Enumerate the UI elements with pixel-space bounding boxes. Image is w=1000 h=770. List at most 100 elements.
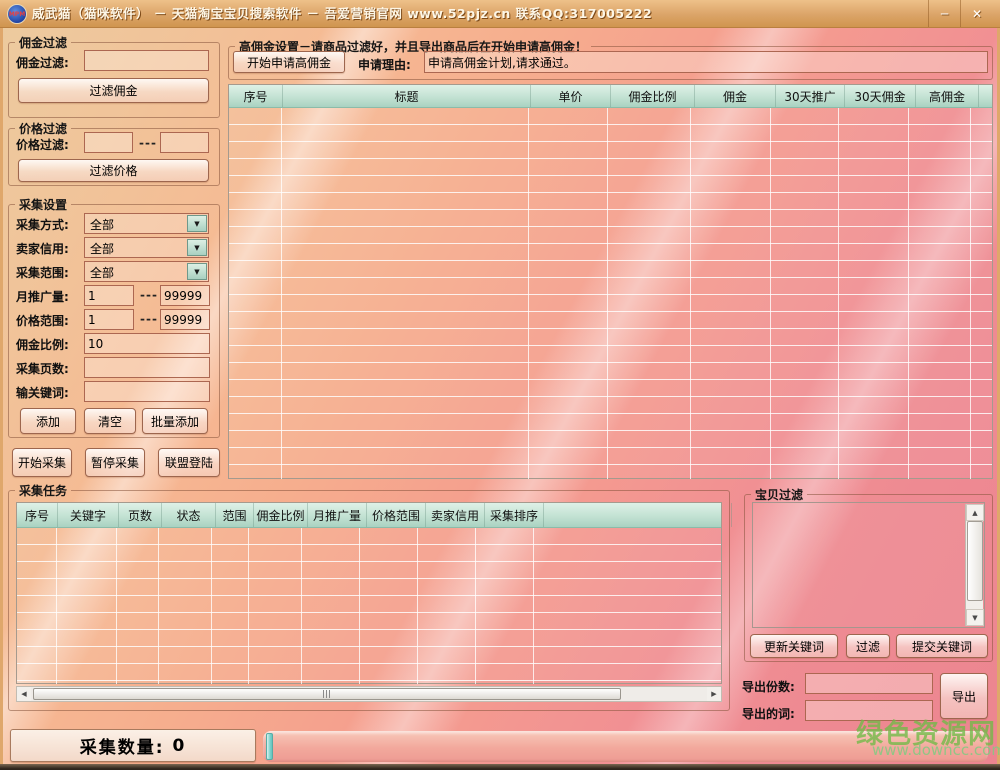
collect-mode-select[interactable]: 全部 ▼ xyxy=(84,213,209,234)
products-table: 序号标题单价佣金比例佣金30天推广30天佣金高佣金 xyxy=(228,84,993,479)
grid-line xyxy=(533,528,534,684)
column-header[interactable]: 月推广量 xyxy=(308,503,367,527)
grid-line xyxy=(908,108,909,479)
start-collect-button[interactable]: 开始采集 xyxy=(12,448,72,477)
minimize-button[interactable]: ─ xyxy=(928,0,960,27)
collect-count-value: 0 xyxy=(172,736,186,756)
collect-mode-value: 全部 xyxy=(85,214,186,233)
price-range-dash: --- xyxy=(140,312,158,326)
collect-mode-label: 采集方式: xyxy=(16,216,69,233)
column-header[interactable]: 单价 xyxy=(531,85,611,107)
price-filter-label: 价格过滤: xyxy=(16,136,69,153)
grid-line xyxy=(281,108,282,479)
pause-collect-button[interactable]: 暂停采集 xyxy=(85,448,145,477)
price-filter-from-input[interactable] xyxy=(84,132,133,153)
apply-high-commission-button[interactable]: 开始申请高佣金 xyxy=(233,51,345,73)
submit-keywords-button[interactable]: 提交关键词 xyxy=(896,634,988,658)
apply-reason-label: 申请理由: xyxy=(358,56,411,73)
grid-line xyxy=(211,528,212,684)
scroll-up-icon[interactable]: ▲ xyxy=(966,504,984,521)
scroll-left-icon[interactable]: ◀ xyxy=(17,687,31,701)
grid-line xyxy=(690,108,691,479)
collect-range-label: 采集范围: xyxy=(16,264,69,281)
products-table-body[interactable] xyxy=(229,108,992,479)
column-header[interactable]: 佣金比例 xyxy=(611,85,695,107)
price-range-to-input[interactable] xyxy=(160,309,210,330)
app-logo-icon: MPM xyxy=(7,4,27,24)
collect-count-box: 采集数量: 0 xyxy=(10,729,256,762)
collect-pages-label: 采集页数: xyxy=(16,360,69,377)
commission-ratio-label: 佣金比例: xyxy=(16,336,69,353)
column-header-filler[interactable] xyxy=(544,503,732,527)
clear-button[interactable]: 清空 xyxy=(84,408,136,434)
window-left-edge xyxy=(0,28,3,764)
grid-line xyxy=(475,528,476,684)
column-header[interactable]: 范围 xyxy=(216,503,254,527)
grid-line xyxy=(970,108,971,479)
seller-credit-label: 卖家信用: xyxy=(16,240,69,257)
grid-line xyxy=(116,528,117,684)
scrollbar-thumb[interactable] xyxy=(967,521,983,601)
column-header[interactable]: 佣金 xyxy=(695,85,776,107)
title-bar: MPM 威武猫（猫咪软件） － 天猫淘宝宝贝搜索软件 － 吾爱营销官网 www.… xyxy=(0,0,1000,28)
column-header-filler[interactable] xyxy=(979,85,1000,107)
grid-line xyxy=(528,108,529,479)
tasks-table-header: 序号关键字页数状态范围佣金比例月推广量价格范围卖家信用采集排序 xyxy=(17,503,721,528)
column-header[interactable]: 30天推广 xyxy=(776,85,845,107)
chevron-down-icon[interactable]: ▼ xyxy=(187,263,207,280)
baby-filter-vertical-scrollbar[interactable]: ▲ ▼ xyxy=(965,504,983,626)
collect-pages-input[interactable] xyxy=(84,357,210,378)
monthly-promo-label: 月推广量: xyxy=(16,288,69,305)
column-header[interactable]: 价格范围 xyxy=(367,503,426,527)
column-header[interactable]: 卖家信用 xyxy=(426,503,485,527)
export-copies-input[interactable] xyxy=(805,673,933,694)
price-range-from-input[interactable] xyxy=(84,309,134,330)
input-keyword-label: 输关键词: xyxy=(16,384,69,401)
batch-add-button[interactable]: 批量添加 xyxy=(142,408,208,434)
column-header[interactable]: 采集排序 xyxy=(485,503,544,527)
chevron-down-icon[interactable]: ▼ xyxy=(187,215,207,232)
column-header[interactable]: 佣金比例 xyxy=(254,503,308,527)
column-header[interactable]: 状态 xyxy=(162,503,216,527)
commission-filter-label: 佣金过滤: xyxy=(16,54,69,71)
column-header[interactable]: 30天佣金 xyxy=(845,85,916,107)
grid-line xyxy=(301,528,302,684)
update-keywords-button[interactable]: 更新关键词 xyxy=(750,634,838,658)
commission-ratio-input[interactable] xyxy=(84,333,210,354)
column-header[interactable]: 标题 xyxy=(283,85,531,107)
add-button[interactable]: 添加 xyxy=(20,408,76,434)
seller-credit-select[interactable]: 全部 ▼ xyxy=(84,237,209,258)
column-header[interactable]: 关键字 xyxy=(58,503,119,527)
baby-filter-title: 宝贝过滤 xyxy=(751,486,807,503)
commission-filter-title: 佣金过滤 xyxy=(15,34,71,51)
filter-button[interactable]: 过滤 xyxy=(846,634,890,658)
commission-filter-group: 佣金过滤 xyxy=(8,34,220,118)
filter-price-button[interactable]: 过滤价格 xyxy=(18,159,209,182)
baby-filter-listbox[interactable]: ▲ ▼ xyxy=(752,502,985,628)
commission-filter-input[interactable] xyxy=(84,50,209,71)
apply-reason-input[interactable] xyxy=(424,51,988,73)
collect-range-select[interactable]: 全部 ▼ xyxy=(84,261,209,282)
column-header[interactable]: 序号 xyxy=(17,503,58,527)
grid-line xyxy=(359,528,360,684)
column-header[interactable]: 序号 xyxy=(229,85,283,107)
scroll-right-icon[interactable]: ▶ xyxy=(707,687,721,701)
monthly-promo-to-input[interactable] xyxy=(160,285,210,306)
price-filter-to-input[interactable] xyxy=(160,132,209,153)
products-table-header: 序号标题单价佣金比例佣金30天推广30天佣金高佣金 xyxy=(229,85,992,108)
chevron-down-icon[interactable]: ▼ xyxy=(187,239,207,256)
price-filter-dash: --- xyxy=(139,136,157,150)
filter-commission-button[interactable]: 过滤佣金 xyxy=(18,78,209,103)
monthly-promo-from-input[interactable] xyxy=(84,285,134,306)
tasks-horizontal-scrollbar[interactable]: ◀ ▶ xyxy=(16,686,722,702)
close-button[interactable]: ✕ xyxy=(960,0,993,27)
grid-line xyxy=(158,528,159,684)
input-keyword-input[interactable] xyxy=(84,381,210,402)
scroll-down-icon[interactable]: ▼ xyxy=(966,609,984,626)
scrollbar-thumb[interactable] xyxy=(33,688,621,700)
alliance-login-button[interactable]: 联盟登陆 xyxy=(158,448,220,477)
scrollbar-track[interactable] xyxy=(31,687,707,701)
column-header[interactable]: 高佣金 xyxy=(916,85,979,107)
column-header[interactable]: 页数 xyxy=(119,503,162,527)
tasks-table-body[interactable] xyxy=(17,528,721,684)
